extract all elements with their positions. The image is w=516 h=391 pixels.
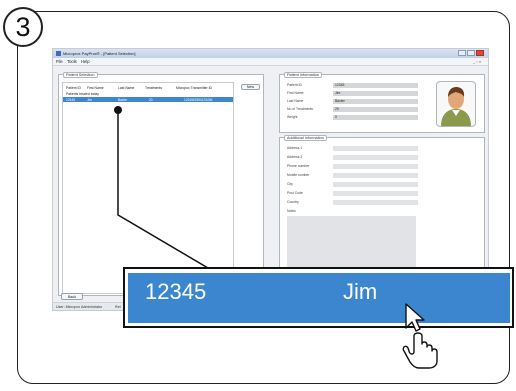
arrow-cursor-icon [405, 303, 425, 332]
hand-cursor-icon [402, 332, 438, 369]
cursor-overlay [402, 303, 438, 369]
